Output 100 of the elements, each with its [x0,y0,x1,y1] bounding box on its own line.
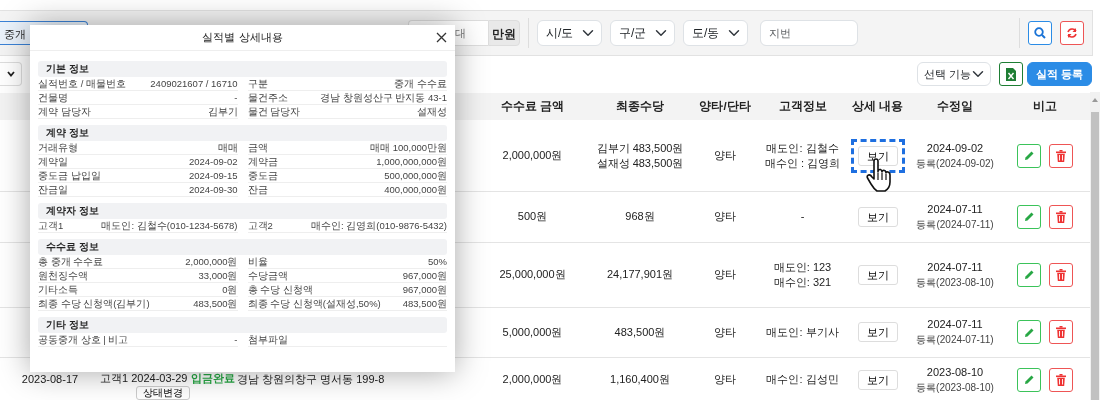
view-button[interactable]: 보기 [857,322,898,343]
column-header: 수수료 금액 [500,100,565,113]
status-change-button[interactable]: 상태변경 [135,386,190,400]
region-select[interactable]: 도/동 [683,20,748,46]
scroll-up-icon [1092,98,1098,102]
edit-button[interactable] [1017,262,1041,287]
field-label: 중도금 [247,169,278,182]
registered-date: 등록(2024-07-11) [916,218,994,230]
field-label: 계약일 [38,155,68,168]
field-label: 기타소득 [38,283,78,296]
column-header: 상세 내용 [851,100,904,113]
field-value: 매수인: 김영희(010-9876-5432) [310,219,447,232]
fee-amount: 2,000,000원 [502,149,563,162]
date-text: 2023-08-17 [21,373,79,386]
trash-icon [1056,373,1066,386]
trash-icon [1056,210,1066,223]
refresh-button[interactable] [1060,21,1084,45]
section-header: 수수료 정보 [38,239,447,255]
edit-button[interactable] [1017,204,1041,229]
section-header: 계약자 정보 [38,203,447,219]
allowance-amount: 483,500원 [614,325,666,338]
refresh-icon [1066,27,1078,39]
field-value: 2409021607 / 16710 [150,77,238,90]
field-value: 2,000,000원 [185,255,238,268]
edit-button[interactable] [1017,367,1041,392]
field-value: 500,000,000원 [384,169,447,182]
chevron-down-icon [6,71,15,77]
field-label: 잔금 [247,183,268,196]
close-button[interactable] [436,32,447,43]
action-select[interactable]: 선택 기능 [916,62,991,86]
delete-button[interactable] [1049,143,1073,168]
view-button[interactable]: 보기 [857,264,898,285]
view-button[interactable]: 보기 [857,369,898,390]
deal-type: 양타 [714,268,736,281]
filter-select[interactable] [0,62,22,86]
field-value: 400,000,000원 [384,183,447,196]
field-label: 고객2 [247,219,273,232]
search-icon [1034,27,1046,39]
field-value: 경남 창원성산구 반지동 43-1 [320,91,447,104]
field-label: 잔금일 [38,183,68,196]
pencil-icon [1023,374,1035,386]
column-header: 고객정보 [778,100,827,113]
delete-button[interactable] [1049,320,1073,345]
allowance-amount: 24,177,901원 [606,268,674,281]
view-button[interactable]: 보기 [857,145,898,166]
modified-date: 2024-07-11 [927,260,983,273]
field-label: 건물명 [38,91,68,104]
trash-icon [1056,149,1066,162]
deal-type: 양타 [714,325,736,338]
customer-info: 매도인: 123 [773,260,832,273]
field-label: 총 수당 신청액 [247,283,313,296]
lot-number-field[interactable]: 지번 [760,20,858,46]
region-select[interactable]: 시/도 [537,20,602,46]
search-button[interactable] [1028,21,1052,45]
customer-date-text: 고객1 2024-03-29 [100,372,188,384]
deal-type: 양타 [714,149,736,162]
field-label: 구분 [247,77,268,90]
excel-button[interactable] [998,62,1023,86]
trash-icon [1056,268,1066,281]
customer-info: 매수인: 321 [773,275,832,288]
customer-info: 매도인: 부기사 [766,325,839,338]
delete-button[interactable] [1049,262,1073,287]
deal-type: 양타 [714,373,736,386]
modified-date: 2024-07-11 [927,318,983,331]
field-value: - [234,91,238,104]
field-value: 매도인: 김철수(010-1234-5678) [101,219,238,232]
view-button[interactable]: 보기 [857,206,898,227]
field-value: 2024-09-02 [188,155,238,168]
scrollbar[interactable] [1090,92,1100,400]
field-label: 금액 [247,141,268,154]
field-label: 최종 수당 신청액(김부기) [38,297,150,310]
field-value: 중개 수수료 [394,77,447,90]
column-header: 최종수당 [616,100,664,113]
region-select[interactable]: 구/군 [610,20,675,46]
register-button[interactable]: 실적 등록 [1026,62,1092,86]
edit-button[interactable] [1017,143,1041,168]
section-header: 계약 정보 [38,125,447,141]
field-label: 중도금 납입일 [38,169,101,182]
edit-button[interactable] [1017,320,1041,345]
status-text: 입금완료 [190,372,235,384]
delete-button[interactable] [1049,367,1073,392]
registered-date: 등록(2023-08-10) [916,381,994,393]
allowance-amount: 968원 [625,210,655,223]
address-text: 경남 창원의창구 명서동 199-8 [237,373,385,386]
field-label: 계약금 [247,155,278,168]
unit-label: 만원 [488,20,520,46]
field-label: 물건주소 [247,91,288,104]
field-label: 거래유형 [38,141,78,154]
dialog-title: 실적별 상세내용 [202,30,283,46]
field-label: 계약 담당자 [38,105,91,118]
registered-date: 등록(2023-08-10) [916,276,994,288]
field-value: 1,000,000,000원 [376,155,447,168]
fee-amount: 5,000,000원 [502,325,563,338]
allowance-amount: 김부기 483,500원 [596,141,684,154]
delete-button[interactable] [1049,204,1073,229]
field-value: 483,500원 [402,297,447,310]
field-value: 967,000원 [402,283,447,296]
field-value: 33,000원 [198,269,238,282]
fee-amount: 2,000,000원 [502,373,563,386]
deal-type: 양타 [714,210,736,223]
